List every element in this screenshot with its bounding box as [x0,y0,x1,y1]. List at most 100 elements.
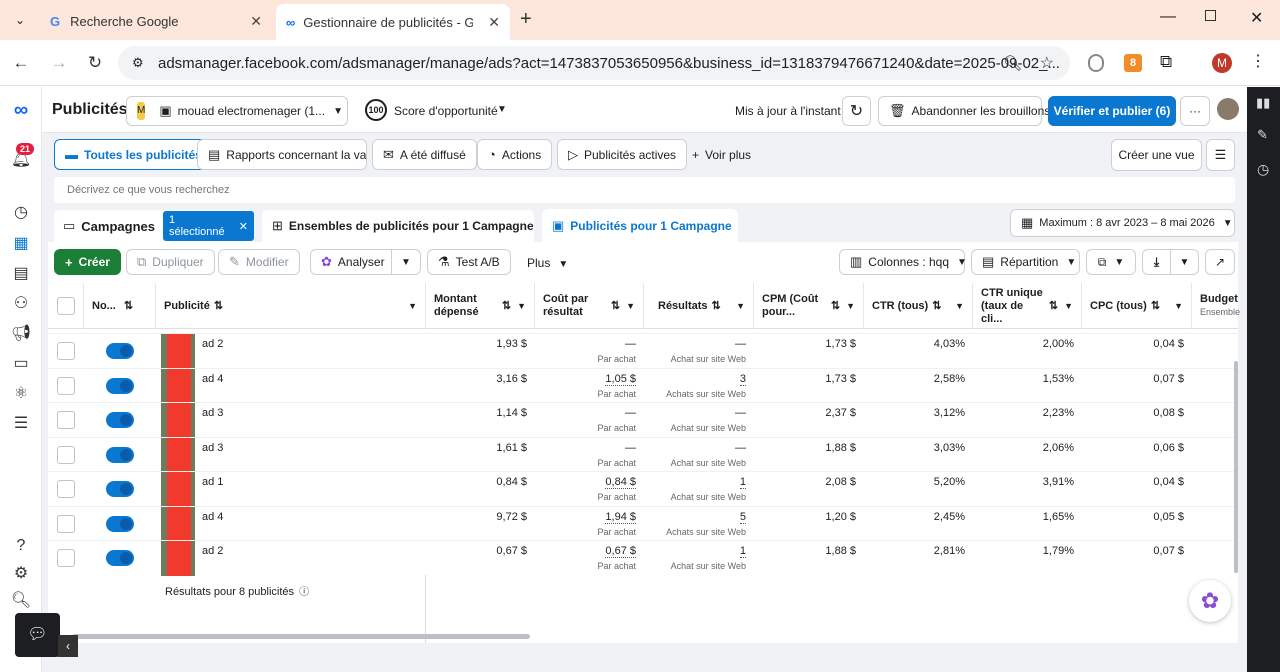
chart-icon[interactable]: ▮▮ [1256,95,1270,111]
forward-icon[interactable]: → [48,52,70,74]
search-bar[interactable] [54,177,1235,203]
ad-name[interactable]: ad 2 [202,338,223,350]
column-menu-icon[interactable]: ▼ [955,300,964,313]
select-all-checkbox[interactable] [56,297,75,315]
column-menu-icon[interactable]: ▼ [736,300,745,313]
all-tools-menu-icon[interactable]: ☰ [10,413,32,435]
minimize-icon[interactable]: — [1160,8,1176,26]
ad-name[interactable]: ad 1 [202,476,223,488]
meta-logo-icon[interactable]: ∞ [10,99,32,121]
ad-status-toggle[interactable] [106,343,134,359]
ad-name[interactable]: ad 4 [202,511,223,523]
ad-name[interactable]: ad 3 [202,442,223,454]
filter-active-ads[interactable]: ▷ Publicités actives [557,139,688,170]
filter-all-ads[interactable]: ▬ Toutes les publicités [54,139,213,170]
close-tab-icon[interactable]: ✕ [488,14,500,31]
pages-icon[interactable]: ▤ [10,263,32,285]
header-cpc[interactable]: CPC (tous) ⇅ ▼ [1082,283,1192,329]
header-cpr[interactable]: Coût par résultat ⇅ ▼ [535,283,644,329]
duplicate-button[interactable]: ⧉ Dupliquer [126,249,215,275]
columns-dropdown[interactable]: ▥ Colonnes : hqq ▼ [839,249,967,275]
export-button[interactable]: ⤓ [1142,249,1171,275]
vertical-scrollbar[interactable] [1234,361,1238,573]
opportunity-score-label[interactable]: Score d'opportunité [394,104,498,118]
ad-name[interactable]: ad 3 [202,407,223,419]
extensions-puzzle-icon[interactable]: ⧉ [1160,52,1172,72]
extension-badge[interactable]: 8 [1124,54,1142,72]
filter-actions[interactable]: ◔ Actions [477,139,553,170]
column-menu-icon[interactable]: ▼ [408,300,417,313]
row-checkbox[interactable] [57,549,75,567]
table-row[interactable]: ad 3 1,61 $ — Par achat — Achat sur site Web 1… [48,436,1238,472]
column-menu-icon[interactable]: ▼ [626,300,635,313]
reports-dropdown[interactable]: ⧉ ▼ [1086,249,1136,275]
selected-badge[interactable]: 1 sélectionné ✕ [163,211,254,241]
ads-manager-table-icon[interactable]: ▦ [10,233,32,255]
ad-status-toggle[interactable] [106,412,134,428]
row-checkbox[interactable] [57,445,75,464]
header-status[interactable]: No... ⇅ [84,283,156,329]
column-menu-icon[interactable]: ▼ [1174,300,1183,313]
header-spent[interactable]: Montant dépensé ⇅ ▼ [426,283,535,329]
close-window-icon[interactable]: ✕ [1250,8,1263,28]
chat-support-button[interactable]: 💬︎ [15,613,60,657]
ad-name[interactable]: ad 4 [202,373,223,385]
site-info-icon[interactable]: ⚙ [132,55,144,71]
dashboard-icon[interactable]: ◷ [10,202,32,224]
create-button[interactable]: + Créer [54,249,121,275]
see-more-filters[interactable]: + Voir plus [692,148,751,162]
header-ad[interactable]: Publicité ⇅ ▼ [156,283,426,329]
url-input[interactable]: ⚙ adsmanager.facebook.com/adsmanager/man… [118,46,1070,80]
back-icon[interactable]: ← [10,52,32,74]
profile-avatar[interactable]: M [1212,53,1232,73]
edit-pencil-icon[interactable]: ✎ [1257,127,1268,143]
table-row[interactable]: ad 2 1,93 $ — Par achat — Achat sur site Web 1… [48,333,1238,369]
header-cpm[interactable]: CPM (Coût pour... ⇅ ▼ [754,283,864,329]
tab-adsets[interactable]: ⊞ Ensembles de publicités pour 1 Campagn… [262,210,534,242]
row-checkbox[interactable] [57,514,75,533]
reload-icon[interactable]: ↻ [84,52,106,74]
ab-test-button[interactable]: ⚗ Test A/B [427,249,511,275]
ad-status-toggle[interactable] [106,481,134,497]
review-publish-button[interactable]: Vérifier et publier (6) [1048,96,1176,126]
user-avatar[interactable] [1217,98,1239,120]
row-checkbox[interactable] [57,376,75,395]
ad-status-toggle[interactable] [106,550,134,566]
header-results[interactable]: Résultats ⇅ ▼ [644,283,754,329]
row-checkbox[interactable] [57,411,75,429]
info-icon[interactable]: ⓘ [299,587,309,598]
customize-sliders-button[interactable]: ☰ [1206,139,1235,171]
export-dropdown[interactable]: ▼ [1170,249,1199,275]
search-icon[interactable]: 🔍︎ [10,590,32,612]
close-tab-icon[interactable]: ✕ [250,13,262,30]
refresh-button[interactable]: ↻ [842,96,871,126]
extension-icon[interactable] [1088,54,1104,72]
row-checkbox[interactable] [57,480,75,498]
ad-status-toggle[interactable] [106,515,134,532]
help-icon[interactable]: ? [10,535,32,557]
discard-drafts-button[interactable]: 🗑︎ Abandonner les brouillons [878,96,1050,126]
business-tools-icon[interactable]: ⚛ [10,383,32,405]
table-row[interactable]: ad 4 3,16 $ 1,05 $ Par achat 3 Achats sur sit… [48,367,1238,403]
tab-google[interactable]: G Recherche Google ✕ [40,6,272,36]
clear-selection-icon[interactable]: ✕ [239,220,248,233]
campaigns-megaphone-icon[interactable]: 📢︎ [10,323,32,345]
table-row[interactable]: ad 1 0,84 $ 0,84 $ Par achat 1 Achat sur site… [48,471,1238,507]
bookmark-star-icon[interactable]: ☆ [1040,53,1054,73]
tab-ads-manager[interactable]: ∞ Gestionnaire de publicités - Gé ✕ [276,4,510,40]
search-input[interactable] [54,177,1235,203]
header-budget[interactable]: Budget Ensemble [1192,283,1240,329]
more-options-button[interactable]: ··· [1180,96,1210,126]
ai-assistant-button[interactable]: ✿ [1189,580,1231,622]
row-checkbox[interactable] [57,342,75,360]
opportunity-score-badge[interactable]: 100 [365,99,387,121]
settings-icon[interactable]: ⚙ [10,563,32,585]
column-menu-icon[interactable]: ▼ [846,300,855,313]
horizontal-scrollbar[interactable] [72,634,530,639]
table-row[interactable]: ad 4 9,72 $ 1,94 $ Par achat 5 Achats sur sit… [48,505,1238,541]
date-range-picker[interactable]: ▦ Maximum : 8 avr 2023 – 8 mai 2026 ▼ [1010,209,1235,237]
table-row[interactable]: ad 3 1,14 $ — Par achat — Achat sur site Web 2… [48,402,1238,438]
analyze-button[interactable]: ✿ Analyser [310,249,392,275]
tab-campaigns[interactable]: ▭ Campagnes 1 sélectionné ✕ [54,210,254,242]
filter-delivered[interactable]: ✉ A été diffusé [372,139,477,170]
